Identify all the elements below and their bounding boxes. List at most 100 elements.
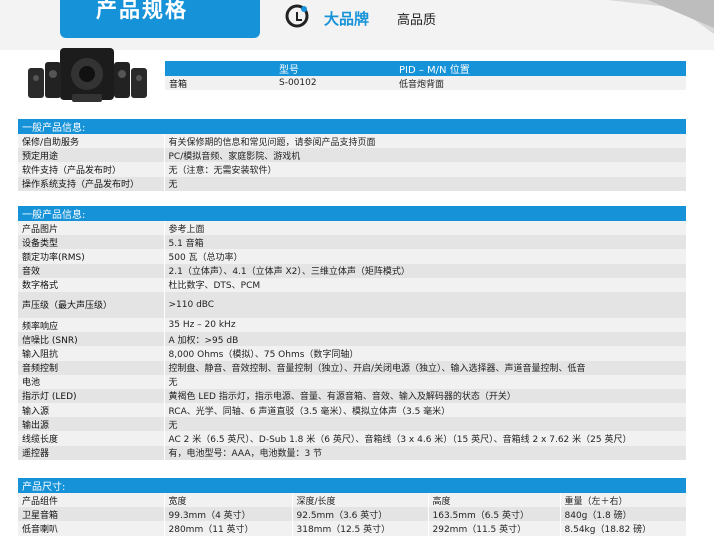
table-row: 软件支持（产品发布时） 无（注意：无需安装软件） xyxy=(18,162,686,177)
table-row: 音效 2.1（立体声）、4.1（立体声 X2）、三维立体声（矩阵模式） xyxy=(18,263,686,278)
model-row-label: 音箱 xyxy=(165,76,275,90)
spec-label: 音效 xyxy=(18,263,164,278)
dim-header-component: 产品组件 xyxy=(18,493,164,508)
table-row: 预定用途 PC/模拟音频、家庭影院、游戏机 xyxy=(18,148,686,163)
brand-description: 高品质 xyxy=(397,13,437,28)
general-info-table-2: 一般产品信息: 产品图片 参考上面 设备类型 5.1 音箱 额定功率(RMS) 500… xyxy=(18,206,686,460)
dimensions-table: 产品尺寸: 产品组件 宽度 深度/长度 高度 重量（左＋右） 卫星音箱 99.3… xyxy=(18,478,686,536)
table-row: 数字格式 杜比数字、DTS、PCM xyxy=(18,277,686,292)
table-row: 音箱 S-00102 低音炮背面 xyxy=(165,76,686,90)
spec-value: 无 xyxy=(163,374,686,389)
spec-value: 有，电池型号：AAA，电池数量：3 节 xyxy=(163,445,686,460)
spec-label: 输入源 xyxy=(18,403,164,418)
table-row: 频率响应 35 Hz – 20 kHz xyxy=(18,317,686,333)
spec-label: 数字格式 xyxy=(18,277,164,292)
spec-label: 遥控器 xyxy=(18,445,164,460)
table-row: 产品图片 参考上面 xyxy=(18,221,686,236)
spec-value: 控制盘、静音、音效控制、音量控制（独立）、开启/关闭电源（独立）、输入选择器、声… xyxy=(163,360,686,375)
spec-label: 频率响应 xyxy=(18,317,164,333)
table-row: 输入阻抗 8,000 Ohms（模拟）、75 Ohms（数字同轴） xyxy=(18,346,686,361)
dim-header-height: 高度 xyxy=(427,493,560,508)
table-row: 设备类型 5.1 音箱 xyxy=(18,235,686,250)
spec-label: 额定功率(RMS) xyxy=(18,249,164,264)
table-row: 遥控器 有，电池型号：AAA，电池数量：3 节 xyxy=(18,445,686,460)
model-header-pid: PID – M/N 位置 xyxy=(395,61,686,76)
spec-value: 35 Hz – 20 kHz xyxy=(163,317,686,333)
spec-label: 操作系统支持（产品发布时） xyxy=(18,176,164,191)
spec-label: 软件支持（产品发布时） xyxy=(18,162,164,177)
spec-label: 预定用途 xyxy=(18,148,164,163)
dim-depth: 92.5mm（3.6 英寸） xyxy=(291,507,428,522)
spec-value: RCA、光学、同轴、6 声道直驳（3.5 毫米）、模拟立体声（3.5 毫米） xyxy=(163,403,686,418)
logitech-logo-icon xyxy=(285,4,309,28)
spec-value: 无 xyxy=(163,176,686,191)
table-row: 操作系统支持（产品发布时） 无 xyxy=(18,176,686,191)
spec-label: 电池 xyxy=(18,374,164,389)
dim-header-depth: 深度/长度 xyxy=(291,493,428,508)
spec-label: 保修/自助服务 xyxy=(18,134,164,149)
dim-width: 99.3mm（4 英寸） xyxy=(163,507,292,522)
spec-value: 无（注意：无需安装软件） xyxy=(163,162,686,177)
spec-label: 产品图片 xyxy=(18,221,164,236)
spec-value: 500 瓦（总功率） xyxy=(163,249,686,264)
spec-value: A 加权：>95 dB xyxy=(163,332,686,347)
spec-label: 信噪比 (SNR) xyxy=(18,332,164,347)
brand-name: 大品牌 xyxy=(324,10,370,28)
spec-value: PC/模拟音频、家庭影院、游戏机 xyxy=(163,148,686,163)
spec-value: AC 2 米（6.5 英尺）、D-Sub 1.8 米（6 英尺）、音箱线（3 x… xyxy=(163,431,686,446)
dim-height: 163.5mm（6.5 英寸） xyxy=(427,507,560,522)
spec-label: 声压级（最大声压级） xyxy=(18,291,164,318)
dim-height: 292mm（11.5 英寸） xyxy=(427,521,560,536)
table-row: 电池无 xyxy=(18,374,686,389)
spec-value: 无 xyxy=(163,417,686,432)
table-row: 保修/自助服务 有关保修期的信息和常见问题，请参阅产品支持页面 xyxy=(18,134,686,149)
spec-label: 线缆长度 xyxy=(18,431,164,446)
page-title: 产品规格 xyxy=(96,0,188,22)
table-row: 额定功率(RMS) 500 瓦（总功率） xyxy=(18,249,686,264)
spec-label: 输出源 xyxy=(18,417,164,432)
spec-value: 黄褐色 LED 指示灯，指示电源、音量、有源音箱、音效、输入及解码器的状态（开关… xyxy=(163,388,686,404)
spec-value: 8,000 Ohms（模拟）、75 Ohms（数字同轴） xyxy=(163,346,686,361)
table-row: 音频控制 控制盘、静音、音效控制、音量控制（独立）、开启/关闭电源（独立）、输入选… xyxy=(18,360,686,375)
model-row-location: 低音炮背面 xyxy=(395,76,686,90)
dim-weight: 8.54kg（18.82 磅） xyxy=(559,521,686,536)
spec-label: 指示灯 (LED) xyxy=(18,388,164,404)
dim-header-width: 宽度 xyxy=(163,493,292,508)
section-title: 产品尺寸: xyxy=(18,478,686,493)
section-header: 产品尺寸: xyxy=(18,478,686,493)
model-table: 型号 PID – M/N 位置 音箱 S-00102 低音炮背面 xyxy=(165,61,686,90)
model-row-model: S-00102 xyxy=(275,76,395,90)
dim-component: 低音喇叭 xyxy=(18,521,164,536)
section-title: 一般产品信息: xyxy=(18,119,686,134)
spec-value: 5.1 音箱 xyxy=(163,235,686,250)
dim-width: 280mm（11 英寸） xyxy=(163,521,292,536)
spec-value: 2.1（立体声）、4.1（立体声 X2）、三维立体声（矩阵模式） xyxy=(163,263,686,278)
general-info-table-1: 一般产品信息: 保修/自助服务 有关保修期的信息和常见问题，请参阅产品支持页面 … xyxy=(18,119,686,191)
dim-weight: 840g（1.8 磅） xyxy=(559,507,686,522)
model-header-model: 型号 xyxy=(275,61,395,76)
corner-ribbon xyxy=(608,0,714,34)
dimensions-header-row: 产品组件 宽度 深度/长度 高度 重量（左＋右） xyxy=(18,493,686,508)
table-row: 指示灯 (LED) 黄褐色 LED 指示灯，指示电源、音量、有源音箱、音效、输入及… xyxy=(18,388,686,404)
dim-header-weight: 重量（左＋右） xyxy=(559,493,686,508)
dim-depth: 318mm（12.5 英寸） xyxy=(291,521,428,536)
table-row: 线缆长度 AC 2 米（6.5 英尺）、D-Sub 1.8 米（6 英尺）、音箱线… xyxy=(18,431,686,446)
spec-value: 杜比数字、DTS、PCM xyxy=(163,277,686,292)
spec-label: 音频控制 xyxy=(18,360,164,375)
model-table-header: 型号 PID – M/N 位置 xyxy=(165,61,686,76)
section-header: 一般产品信息: xyxy=(18,119,686,134)
table-row: 卫星音箱 99.3mm（4 英寸） 92.5mm（3.6 英寸） 163.5mm… xyxy=(18,507,686,522)
dim-component: 卫星音箱 xyxy=(18,507,164,522)
table-row: 信噪比 (SNR) A 加权：>95 dB xyxy=(18,332,686,347)
spec-label: 输入阻抗 xyxy=(18,346,164,361)
spec-label: 设备类型 xyxy=(18,235,164,250)
section-title: 一般产品信息: xyxy=(18,206,686,221)
table-row: 声压级（最大声压级） >110 dBC xyxy=(18,291,686,318)
spec-value: 有关保修期的信息和常见问题，请参阅产品支持页面 xyxy=(163,134,686,149)
model-header-blank xyxy=(165,61,275,76)
table-row: 输出源无 xyxy=(18,417,686,432)
table-row: 输入源 RCA、光学、同轴、6 声道直驳（3.5 毫米）、模拟立体声（3.5 毫米… xyxy=(18,403,686,418)
table-row: 低音喇叭 280mm（11 英寸） 318mm（12.5 英寸） 292mm（1… xyxy=(18,521,686,536)
spec-value: 参考上面 xyxy=(163,221,686,236)
spec-value: >110 dBC xyxy=(163,291,686,318)
